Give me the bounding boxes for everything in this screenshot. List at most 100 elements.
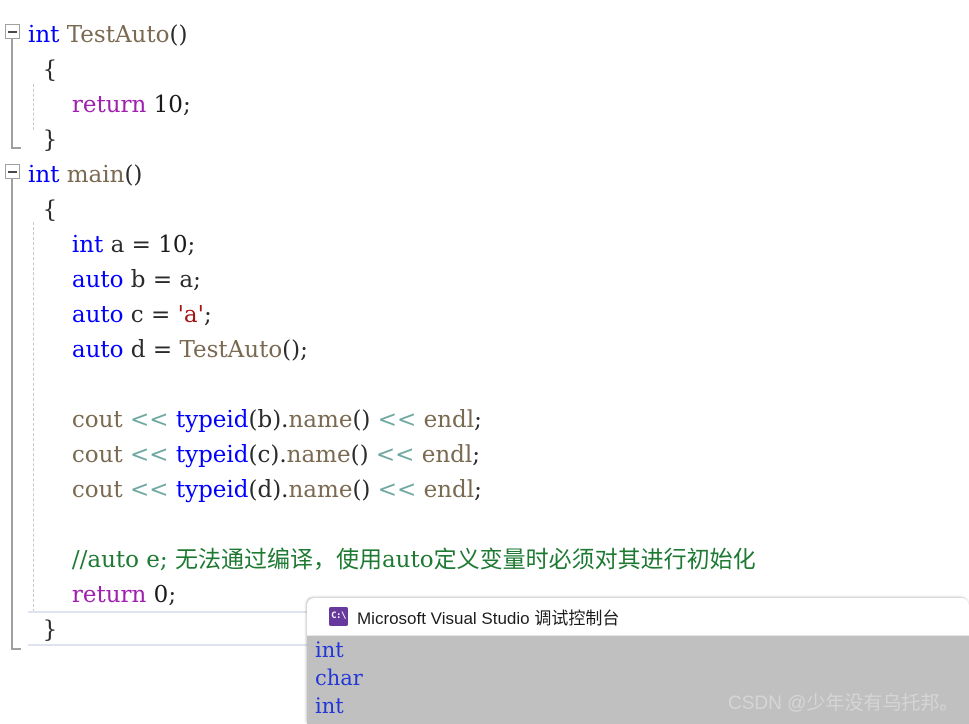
code-token: return <box>71 92 147 118</box>
code-token: (c). <box>248 442 287 468</box>
code-token: cout <box>71 407 123 433</box>
code-token: () <box>352 477 378 503</box>
code-token: typeid <box>175 442 249 468</box>
code-line[interactable]: //auto e; 无法通过编译，使用auto定义变量时必须对其进行初始化 <box>28 543 756 578</box>
code-token: int <box>28 162 60 188</box>
collapse-toggle-main[interactable] <box>5 164 20 179</box>
code-line[interactable] <box>28 508 35 543</box>
code-token: << <box>129 477 169 503</box>
code-line[interactable]: return 10; <box>28 88 191 123</box>
code-token: b = a; <box>123 267 201 293</box>
outline-foot-main <box>11 648 21 650</box>
code-token: () <box>352 407 378 433</box>
code-token: 10 <box>153 92 183 118</box>
code-token: () <box>350 442 376 468</box>
code-token: endl <box>423 477 475 503</box>
code-token: name <box>288 477 353 503</box>
code-token: ; <box>187 232 196 258</box>
code-token: 0 <box>153 582 169 608</box>
outline-bar-main <box>11 179 13 650</box>
code-token: ; <box>168 582 177 608</box>
code-token: name <box>288 407 353 433</box>
code-token: << <box>377 477 417 503</box>
code-token: c = <box>123 302 178 328</box>
code-token: TestAuto <box>179 337 283 363</box>
csdn-watermark: CSDN @少年没有乌托邦。 <box>728 693 959 714</box>
code-token: << <box>129 442 169 468</box>
code-token: cout <box>71 477 123 503</box>
code-token: () <box>124 162 143 188</box>
code-token: 'a' <box>177 302 204 328</box>
outline-foot-testauto <box>11 147 21 149</box>
code-token: cout <box>71 442 123 468</box>
code-token: ; <box>182 92 191 118</box>
code-token: //auto e; 无法通过编译，使用auto定义变量时必须对其进行初始化 <box>71 547 756 573</box>
code-token: } <box>28 617 58 643</box>
code-line[interactable]: auto c = 'a'; <box>28 298 212 333</box>
code-token: } <box>28 127 58 153</box>
code-line[interactable]: cout << typeid(c).name() << endl; <box>28 438 480 473</box>
console-output-line: int <box>315 638 344 662</box>
code-token: auto <box>71 302 124 328</box>
code-token: ; <box>472 442 480 468</box>
code-token: int <box>71 232 104 258</box>
code-token: 10 <box>158 232 188 258</box>
console-title: Microsoft Visual Studio 调试控制台 <box>357 609 620 628</box>
code-token: << <box>375 442 415 468</box>
code-token: (); <box>282 337 308 363</box>
code-token: << <box>377 407 417 433</box>
code-line[interactable]: int TestAuto() <box>28 18 187 53</box>
code-token: ; <box>474 407 482 433</box>
code-line[interactable]: } <box>28 613 58 648</box>
console-app-icon-label: C:\ <box>331 611 346 621</box>
console-app-icon: C:\ <box>329 607 348 626</box>
code-token: endl <box>421 442 473 468</box>
collapse-toggle-testauto[interactable] <box>5 24 20 39</box>
code-token: << <box>129 407 169 433</box>
code-token: typeid <box>175 477 249 503</box>
code-line[interactable]: { <box>28 193 58 228</box>
code-token: (b). <box>248 407 289 433</box>
code-token: main <box>66 162 125 188</box>
code-token: TestAuto <box>66 22 170 48</box>
console-titlebar: C:\ Microsoft Visual Studio 调试控制台 <box>307 598 969 636</box>
code-token: int <box>28 22 60 48</box>
code-token: { <box>28 57 58 83</box>
code-token: endl <box>423 407 475 433</box>
code-line[interactable]: int a = 10; <box>28 228 195 263</box>
code-line[interactable] <box>28 368 35 403</box>
code-line[interactable]: return 0; <box>28 578 176 613</box>
code-line[interactable]: } <box>28 123 58 158</box>
code-line[interactable]: int main() <box>28 158 142 193</box>
code-token: ; <box>474 477 482 503</box>
outline-bar-testauto <box>11 39 13 149</box>
code-line[interactable]: { <box>28 53 58 88</box>
code-line[interactable]: auto d = TestAuto(); <box>28 333 308 368</box>
code-line[interactable]: auto b = a; <box>28 263 201 298</box>
code-token: auto <box>71 337 124 363</box>
code-line[interactable]: cout << typeid(d).name() << endl; <box>28 473 482 508</box>
code-token: return <box>71 582 147 608</box>
code-token: () <box>169 22 188 48</box>
code-token: ; <box>203 302 212 328</box>
code-token: (d). <box>248 477 289 503</box>
code-line[interactable]: cout << typeid(b).name() << endl; <box>28 403 482 438</box>
code-token: { <box>28 197 58 223</box>
